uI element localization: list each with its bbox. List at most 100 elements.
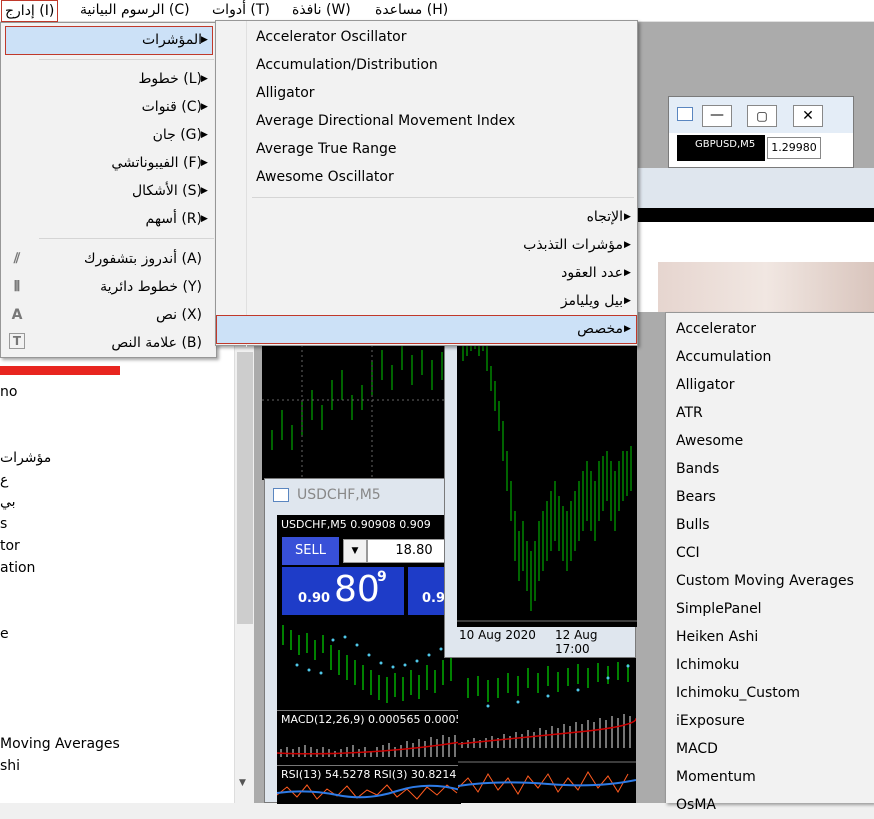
menu-item-custom-indicator[interactable]: iExposure <box>676 707 745 735</box>
menu-item-volumes[interactable]: عدد العقود <box>561 259 623 287</box>
menu-item-arrows[interactable]: أسهم (R) <box>146 205 203 233</box>
gbpusd-window[interactable]: — ▢ ✕ GBPUSD,M5 1.29980 <box>668 96 854 168</box>
minimize-icon[interactable]: — <box>702 105 732 127</box>
submenu-arrow-icon: ▶ <box>201 158 208 168</box>
close-icon[interactable]: ✕ <box>793 105 823 127</box>
menu-item-trend[interactable]: الإتجاه <box>587 203 623 231</box>
maximize-icon[interactable]: ▢ <box>747 105 777 127</box>
menu-item-custom-indicator[interactable]: Ichimoku <box>676 651 739 679</box>
sell-price-panel[interactable]: 0.90 80 9 <box>282 567 404 615</box>
navigator-item[interactable]: s <box>0 516 7 532</box>
menu-separator <box>39 59 214 60</box>
submenu-arrow-icon: ▶ <box>624 240 631 250</box>
menu-item-indicators[interactable]: المؤشرات <box>142 26 202 54</box>
menu-charts[interactable]: الرسوم البيانية (C) <box>77 0 193 22</box>
menu-item-custom-indicator[interactable]: Alligator <box>676 371 735 399</box>
submenu-arrow-icon: ▶ <box>624 324 631 334</box>
menu-item-shapes[interactable]: الأشكال (S) <box>132 177 202 205</box>
menu-item-gann[interactable]: جان (G) <box>153 121 202 149</box>
submenu-arrow-icon: ▶ <box>624 296 631 306</box>
navigator-item[interactable]: Moving Averages <box>0 736 120 752</box>
usdchf-chart: USDCHF,M5 0.90908 0.909 SELL ▼ 18.80 0.9… <box>277 515 477 804</box>
insert-menu: ▶ المؤشرات ▶ خطوط (L) ▶ قنوات (C) ▶ جان … <box>0 22 217 358</box>
menu-item-text-label[interactable]: علامة النص (B) <box>111 329 202 357</box>
navigator-item[interactable]: tor <box>0 538 20 554</box>
navigator-item[interactable]: ation <box>0 560 35 576</box>
scroll-down-icon[interactable]: ▼ <box>239 778 246 788</box>
mini-price: 1.29980 <box>767 137 821 159</box>
menu-item-custom-indicator[interactable]: CCI <box>676 539 700 567</box>
mini-symbol: GBPUSD,M5 <box>695 139 756 150</box>
x-axis-date: 12 Aug 17:00 <box>555 628 598 656</box>
menu-item-indicator[interactable]: Alligator <box>256 79 315 107</box>
menu-item-custom-indicator[interactable]: Accumulation <box>676 343 771 371</box>
menu-window[interactable]: نافذة (W) <box>289 0 354 22</box>
text-label-icon: T <box>9 333 25 349</box>
chart-window-icon <box>677 107 693 121</box>
text-icon: A <box>11 307 23 323</box>
menu-item-custom-indicator[interactable]: Bears <box>676 483 716 511</box>
menu-insert[interactable]: إدارج (I) <box>1 0 59 22</box>
menu-item-custom[interactable]: مخصص <box>577 315 623 343</box>
menu-item-text[interactable]: نص (X) <box>156 301 202 329</box>
menu-bar: إدارج (I) الرسوم البيانية (C) أدوات (T) … <box>0 0 874 22</box>
submenu-arrow-icon: ▶ <box>201 186 208 196</box>
window-titlebar[interactable] <box>636 168 874 208</box>
menu-item-andrews[interactable]: أندروز بتشفورك (A) <box>84 245 202 273</box>
menu-item-custom-indicator[interactable]: MACD <box>676 735 718 763</box>
menu-item-indicator[interactable]: Average Directional Movement Index <box>256 107 515 135</box>
navigator-item[interactable]: e <box>0 626 9 642</box>
price-chart <box>457 321 637 627</box>
chart-divider <box>277 710 461 711</box>
navigator-item[interactable]: ع <box>0 472 8 488</box>
lot-dropdown-icon[interactable]: ▼ <box>343 539 367 563</box>
menu-item-indicator[interactable]: Average True Range <box>256 135 397 163</box>
menu-item-cycle-lines[interactable]: خطوط دائرية (Y) <box>100 273 202 301</box>
submenu-arrow-icon: ▶ <box>201 214 208 224</box>
price-prefix: 0.9 <box>422 591 446 606</box>
menu-item-channels[interactable]: قنوات (C) <box>142 93 202 121</box>
window-title: USDCHF,M5 <box>297 487 381 503</box>
navigator-item[interactable]: shi <box>0 758 20 774</box>
navigator-item[interactable]: no <box>0 384 17 400</box>
menu-item-custom-indicator[interactable]: Momentum <box>676 763 756 791</box>
macd-label: MACD(12,26,9) 0.000565 0.000541 <box>281 713 477 726</box>
menu-item-custom-indicator[interactable]: Bands <box>676 455 719 483</box>
menu-separator <box>252 197 634 198</box>
menu-gutter <box>246 21 247 347</box>
menu-item-custom-indicator[interactable]: ATR <box>676 399 703 427</box>
menu-item-custom-indicator[interactable]: Ichimoku_Custom <box>676 679 800 707</box>
menu-item-oscillators[interactable]: مؤشرات التذبذب <box>523 231 623 259</box>
menu-item-custom-indicator[interactable]: Heiken Ashi <box>676 623 758 651</box>
menu-help[interactable]: مساعدة (H) <box>372 0 451 22</box>
andrews-pitchfork-icon: ⫽ <box>13 251 21 267</box>
navigator-item[interactable]: بي <box>0 494 16 510</box>
menu-item-indicator[interactable]: Accelerator Oscillator <box>256 23 407 51</box>
indicators-submenu: Accelerator Oscillator Accumulation/Dist… <box>215 20 638 347</box>
usdchf-window[interactable]: USDCHF,M5 USDCHF,M5 0.90908 0.909 SELL ▼… <box>264 478 477 804</box>
chart-window[interactable]: 10 Aug 2020 12 Aug 17:00 <box>444 320 637 658</box>
menu-item-indicator[interactable]: Accumulation/Distribution <box>256 51 438 79</box>
menu-item-custom-indicator[interactable]: OsMA <box>676 791 716 819</box>
submenu-arrow-icon: ▶ <box>201 74 208 84</box>
price-pips: 80 <box>334 569 380 610</box>
menu-item-custom-indicator[interactable]: Awesome <box>676 427 743 455</box>
menu-item-lines[interactable]: خطوط (L) <box>138 65 202 93</box>
scrollbar-thumb[interactable] <box>237 352 253 624</box>
sell-button[interactable]: SELL <box>282 537 339 565</box>
submenu-arrow-icon: ▶ <box>624 212 631 222</box>
menu-item-fibonacci[interactable]: الفيبوناتشي (F) <box>111 149 202 177</box>
submenu-arrow-icon: ▶ <box>201 130 208 140</box>
submenu-arrow-icon: ▶ <box>201 102 208 112</box>
menu-item-indicator[interactable]: Awesome Oscillator <box>256 163 394 191</box>
menu-tools[interactable]: أدوات (T) <box>209 0 273 22</box>
price-prefix: 0.90 <box>298 591 331 606</box>
navigator-item[interactable]: مؤشرات <box>0 450 51 466</box>
menu-item-custom-indicator[interactable]: Custom Moving Averages <box>676 567 854 595</box>
mini-chart: GBPUSD,M5 <box>677 135 765 161</box>
menu-item-custom-indicator[interactable]: Bulls <box>676 511 710 539</box>
submenu-arrow-icon: ▶ <box>624 268 631 278</box>
menu-item-bill-williams[interactable]: بيل ويليامز <box>561 287 623 315</box>
menu-item-custom-indicator[interactable]: Accelerator <box>676 315 756 343</box>
menu-item-custom-indicator[interactable]: SimplePanel <box>676 595 762 623</box>
